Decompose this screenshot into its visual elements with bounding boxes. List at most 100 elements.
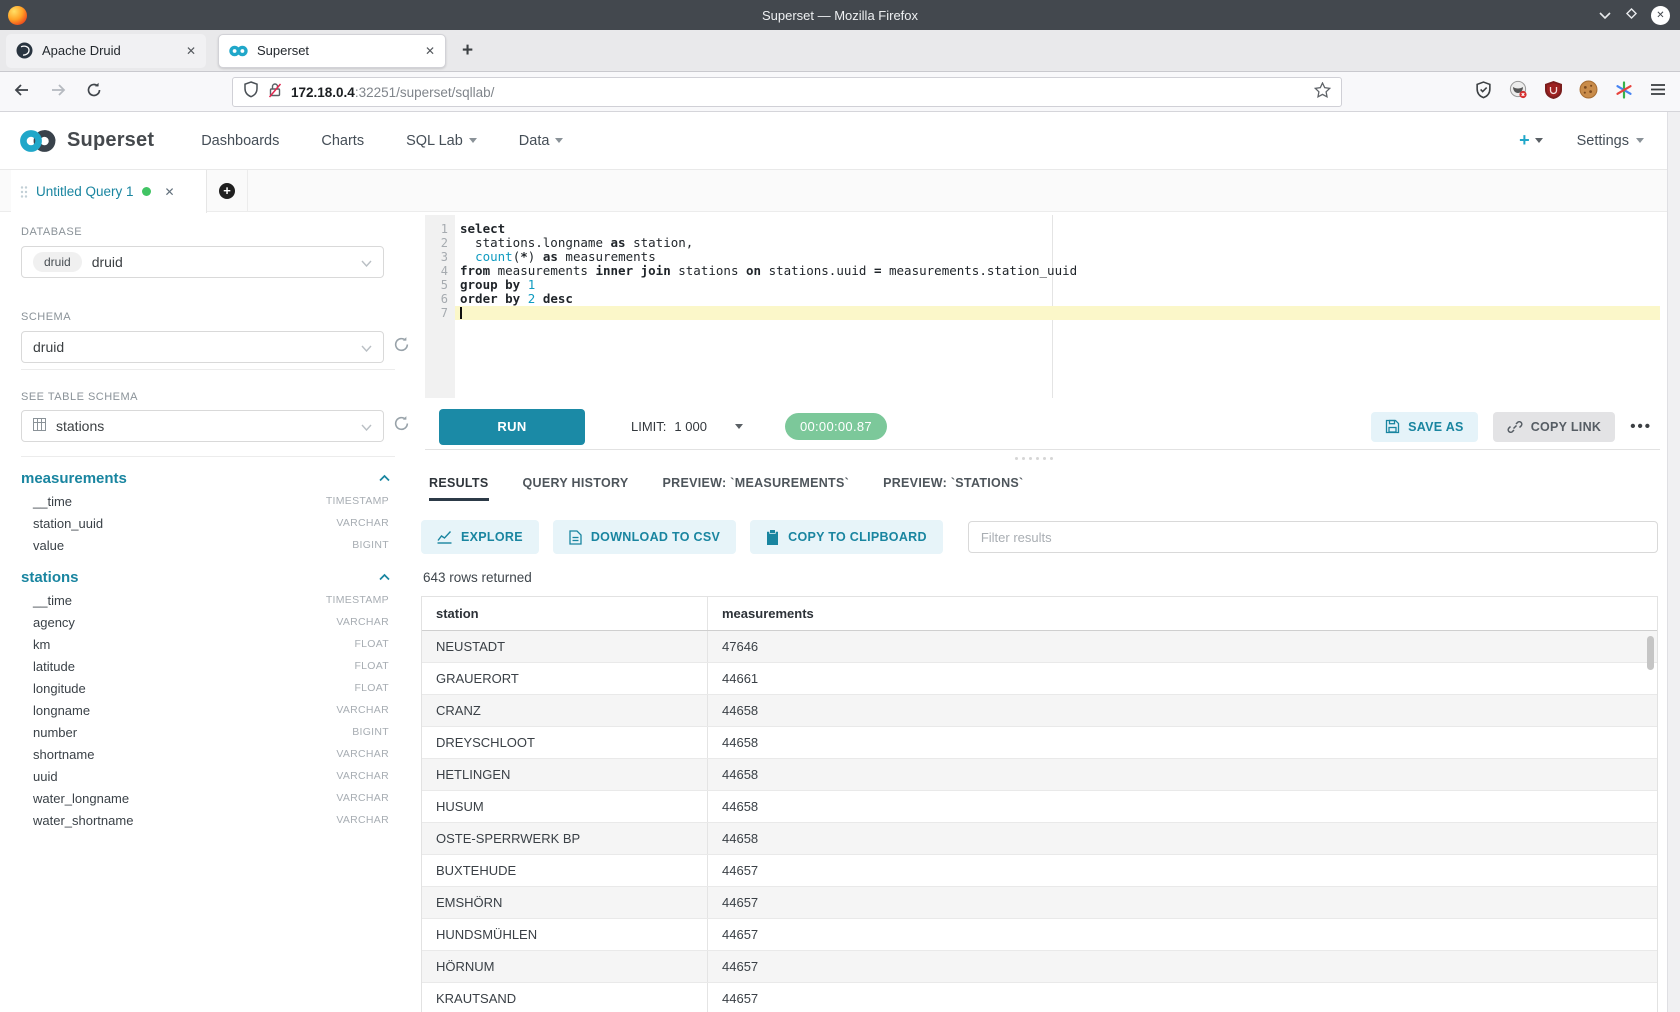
reload-button[interactable]	[86, 82, 102, 103]
code-line: select	[455, 222, 1660, 236]
window-title: Superset — Mozilla Firefox	[0, 8, 1680, 23]
schema-value: druid	[33, 339, 64, 355]
schema-table-header-stations[interactable]: stations	[21, 565, 395, 589]
bookmark-star-icon[interactable]	[1314, 82, 1331, 103]
tab-close-icon[interactable]: ✕	[186, 44, 196, 58]
browser-tab-apache-druid[interactable]: Apache Druid ✕	[6, 34, 206, 68]
column-header-station[interactable]: station	[422, 597, 708, 630]
back-button[interactable]	[14, 83, 30, 102]
shield-extension-icon[interactable]	[1475, 81, 1492, 104]
drag-handle-icon[interactable]	[20, 185, 28, 199]
database-pill: druid	[33, 252, 82, 272]
table-row: GRAUERORT44661	[422, 663, 1657, 695]
window-minimize-icon[interactable]	[1598, 8, 1612, 23]
cell-measurements: 44657	[708, 855, 1657, 886]
tab-close-icon[interactable]: ✕	[425, 44, 435, 58]
new-tab-button[interactable]: +	[462, 40, 473, 62]
query-tab-close-icon[interactable]: ✕	[165, 185, 175, 199]
pane-resize-handle[interactable]	[1015, 457, 1053, 460]
query-tab-untitled[interactable]: Untitled Query 1 ✕	[11, 170, 207, 213]
cell-measurements: 44657	[708, 887, 1657, 918]
window-close-icon[interactable]: ✕	[1651, 6, 1670, 25]
tab-title: Apache Druid	[42, 43, 177, 58]
save-icon	[1385, 419, 1400, 434]
see-table-schema-label: SEE TABLE SCHEMA	[21, 391, 421, 403]
results-tab-2[interactable]: QUERY HISTORY	[523, 470, 629, 498]
table-select[interactable]: stations	[21, 410, 384, 442]
chevron-down-icon	[555, 138, 563, 143]
table-row: BUXTEHUDE44657	[422, 855, 1657, 887]
cell-measurements: 44658	[708, 727, 1657, 758]
column-name: __time	[33, 494, 72, 509]
schema-table-name: stations	[21, 569, 79, 586]
cell-measurements: 44657	[708, 983, 1657, 1012]
nav-item-dashboards[interactable]: Dashboards	[201, 133, 279, 149]
refresh-tables-icon[interactable]	[393, 415, 410, 437]
refresh-schemas-icon[interactable]	[393, 336, 410, 358]
insecure-lock-icon[interactable]	[268, 82, 282, 103]
code-line: group by 1	[455, 278, 1660, 292]
url-bar[interactable]: 172.18.0.4:32251/superset/sqllab/	[232, 77, 1342, 107]
results-tab-3[interactable]: PREVIEW: `MEASUREMENTS`	[663, 470, 850, 498]
download-csv-button[interactable]: DOWNLOAD TO CSV	[553, 520, 736, 554]
collapse-up-icon[interactable]	[378, 573, 391, 581]
schema-table-name: measurements	[21, 470, 127, 487]
cell-measurements: 44657	[708, 919, 1657, 950]
nav-item-sql-lab[interactable]: SQL Lab	[406, 133, 477, 149]
mask-extension-icon[interactable]	[1509, 80, 1528, 104]
settings-menu[interactable]: Settings	[1577, 133, 1644, 149]
add-new-button[interactable]: +	[1519, 130, 1543, 151]
ublock-extension-icon[interactable]	[1545, 81, 1562, 104]
database-select[interactable]: druid druid	[21, 246, 384, 278]
sql-editor[interactable]: 1234567 select stations.longname as stat…	[425, 215, 1660, 398]
results-scrollbar-thumb[interactable]	[1647, 636, 1654, 670]
explore-button[interactable]: EXPLORE	[421, 520, 539, 554]
gutter-line-number: 4	[425, 264, 455, 278]
results-table: station measurements NEUSTADT47646GRAUER…	[421, 596, 1658, 1012]
code-line	[455, 306, 1660, 320]
nav-item-data[interactable]: Data	[519, 133, 564, 149]
table-row: NEUSTADT47646	[422, 631, 1657, 663]
column-name: shortname	[33, 747, 94, 762]
copy-link-button[interactable]: COPY LINK	[1493, 412, 1616, 442]
cell-station: CRANZ	[422, 695, 708, 726]
cell-station: HUSUM	[422, 791, 708, 822]
table-row: OSTE-SPERRWERK BP44658	[422, 823, 1657, 855]
nav-item-charts[interactable]: Charts	[321, 133, 364, 149]
page-scrollbar-track[interactable]	[1667, 112, 1680, 1012]
schema-tables-list: measurements__timeTIMESTAMPstation_uuidV…	[21, 466, 421, 831]
tab-title: Superset	[257, 43, 416, 58]
snowflake-extension-icon[interactable]	[1615, 81, 1633, 104]
filter-results-input[interactable]	[968, 521, 1658, 553]
forward-button[interactable]	[50, 83, 66, 102]
column-header-measurements[interactable]: measurements	[708, 597, 1657, 630]
collapse-up-icon[interactable]	[378, 474, 391, 482]
schema-column-row: station_uuidVARCHAR	[21, 512, 395, 534]
druid-favicon	[16, 42, 33, 59]
code-line: from measurements inner join stations on…	[455, 264, 1660, 278]
superset-logo[interactable]: Superset	[16, 128, 154, 154]
cookie-extension-icon[interactable]	[1579, 80, 1598, 104]
run-button[interactable]: RUN	[439, 409, 585, 445]
save-as-button[interactable]: SAVE AS	[1371, 412, 1478, 442]
new-query-tab-button[interactable]: +	[207, 170, 248, 212]
cell-station: OSTE-SPERRWERK BP	[422, 823, 708, 854]
table-row: HÖRNUM44657	[422, 951, 1657, 983]
more-options-button[interactable]: •••	[1630, 418, 1652, 435]
schema-table-header-measurements[interactable]: measurements	[21, 466, 395, 490]
cell-station: HETLINGEN	[422, 759, 708, 790]
schema-label: SCHEMA	[21, 311, 421, 323]
schema-select[interactable]: druid	[21, 331, 384, 363]
copy-clipboard-button[interactable]: COPY TO CLIPBOARD	[750, 520, 943, 554]
cell-station: DREYSCHLOOT	[422, 727, 708, 758]
menu-hamburger-icon[interactable]	[1650, 83, 1666, 101]
results-tab-1[interactable]: RESULTS	[429, 470, 489, 501]
browser-tab-superset[interactable]: Superset ✕	[218, 34, 446, 68]
gutter-line-number: 2	[425, 236, 455, 250]
results-tab-4[interactable]: PREVIEW: `STATIONS`	[883, 470, 1023, 498]
limit-control[interactable]: LIMIT: 1 000	[631, 419, 743, 434]
shield-icon[interactable]	[243, 81, 259, 103]
cell-station: GRAUERORT	[422, 663, 708, 694]
window-maximize-icon[interactable]	[1625, 7, 1638, 23]
results-table-header: station measurements	[422, 597, 1657, 631]
